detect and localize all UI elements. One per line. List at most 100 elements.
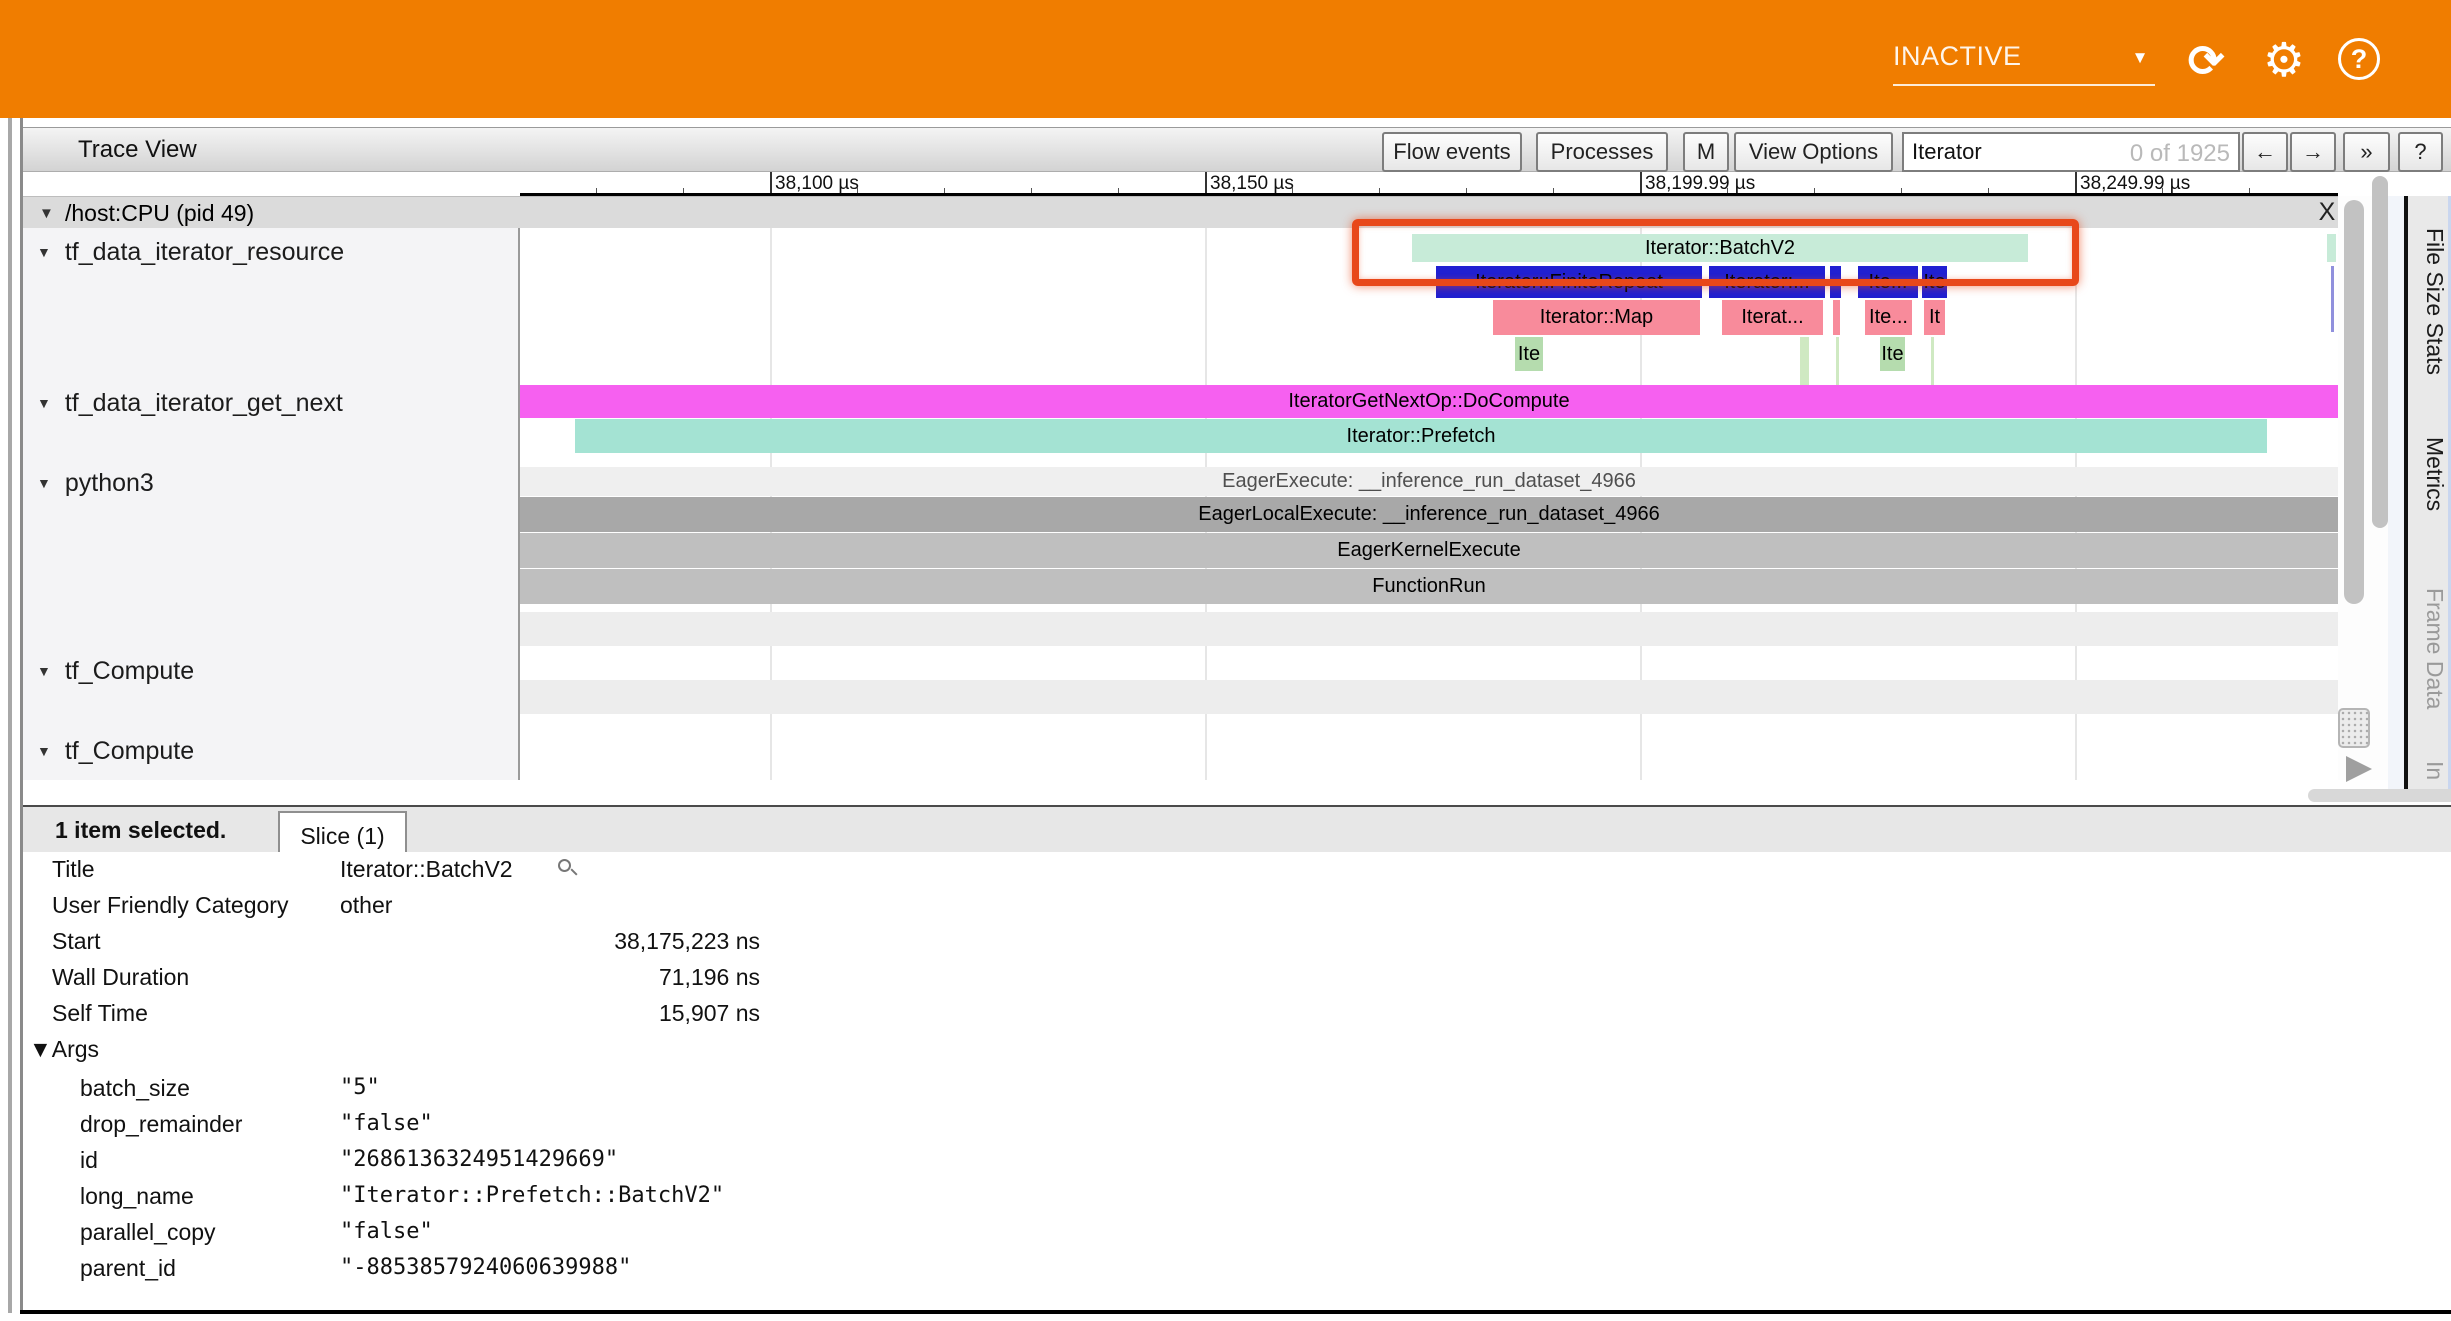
trace-event-sliver[interactable] <box>1800 337 1809 385</box>
search-box: 0 of 1925 <box>1902 132 2240 172</box>
toolbar-button-label: View Options <box>1749 139 1878 165</box>
magnifier-icon[interactable] <box>558 859 578 879</box>
trace-event[interactable]: IteratorGetNextOp::DoCompute <box>520 385 2338 418</box>
arg-value: "false" <box>340 1214 433 1250</box>
args-toggle[interactable]: ▼Args <box>29 1031 99 1067</box>
ruler-tick-label: 38,100 µs <box>775 173 859 195</box>
toolbar-button-processes[interactable]: Processes <box>1536 132 1668 172</box>
arg-row: batch_size"5" <box>23 1070 2451 1106</box>
thread-label-tf_Compute[interactable]: ▼ tf_Compute <box>23 733 518 769</box>
vertical-scrollbar-thumb[interactable] <box>2344 200 2364 604</box>
trace-event[interactable]: Ite... <box>1865 300 1912 335</box>
trace-view-toolbar: Trace View 0 of 1925 Flow eventsProcesse… <box>23 127 2451 172</box>
toolbar-button-label: Flow events <box>1393 139 1510 165</box>
search-nav-button[interactable]: » <box>2343 132 2390 172</box>
arg-row: drop_remainder "false" <box>23 1106 2451 1142</box>
detail-row-label: Wall Duration <box>52 959 189 995</box>
thread-label-text: tf_data_iterator_resource <box>65 238 344 267</box>
help-icon[interactable]: ? <box>2338 38 2380 80</box>
detail-row: TitleIterator::BatchV2 <box>23 851 2451 887</box>
trace-event[interactable]: FunctionRun <box>520 569 2338 604</box>
detail-row-value: 15,907 ns <box>340 995 760 1031</box>
trace-event-sliver[interactable] <box>1836 337 1839 385</box>
side-tab-file-size-stats[interactable]: File Size Stats <box>2408 226 2448 376</box>
selection-highlight-box <box>1352 219 2079 286</box>
window-left-edge <box>8 118 12 1313</box>
collapse-caret-icon[interactable]: ▼ <box>39 205 54 222</box>
empty-row-band <box>520 680 2338 714</box>
toolbar-button-view-options[interactable]: View Options <box>1734 132 1893 172</box>
trace-event[interactable]: Iterator::Map <box>1493 300 1700 335</box>
arg-value: "Iterator::Prefetch::BatchV2" <box>340 1178 724 1214</box>
thread-label-tf_Compute[interactable]: ▼ tf_Compute <box>23 653 518 689</box>
trace-event[interactable]: Iterator::Prefetch <box>575 419 2267 453</box>
detail-row-value: 71,196 ns <box>340 959 760 995</box>
trace-event[interactable]: EagerKernelExecute <box>520 533 2338 568</box>
trace-event[interactable]: Ite <box>1880 337 1905 371</box>
args-section-header[interactable]: ▼Args <box>23 1031 2451 1067</box>
arg-row: parallel_copy"false" <box>23 1214 2451 1250</box>
bottom-divider <box>20 1310 2451 1314</box>
side-tab-strip: File Size Stats Metrics Frame Data In <box>2408 196 2448 790</box>
side-tab-in[interactable]: In <box>2408 756 2448 786</box>
side-tab-frame-data[interactable]: Frame Data <box>2408 584 2448 714</box>
arg-key: parent_id <box>80 1250 176 1286</box>
arg-key: drop_remainder <box>80 1106 242 1142</box>
arg-row: long_name"Iterator::Prefetch::BatchV2" <box>23 1178 2451 1214</box>
toolbar-button-label: M <box>1697 139 1715 165</box>
toolbar-button-flow-events[interactable]: Flow events <box>1382 132 1522 172</box>
trace-event-sliver[interactable] <box>2327 234 2336 262</box>
outer-vertical-scrollbar-thumb[interactable] <box>2372 176 2388 528</box>
arg-row: parent_id"-8853857924060639988" <box>23 1250 2451 1286</box>
toolbar-button-label: Processes <box>1551 139 1654 165</box>
status-dropdown-value: INACTIVE <box>1893 41 2022 72</box>
magnifier-tail <box>570 868 577 875</box>
scroll-grip-arrow-icon[interactable] <box>2346 756 2372 782</box>
scroll-grip-widget[interactable] <box>2338 708 2370 748</box>
detail-row: Self Time15,907 ns <box>23 995 2451 1031</box>
status-dropdown[interactable]: INACTIVE ▼ <box>1893 28 2155 86</box>
trace-event-sliver[interactable] <box>1931 337 1934 385</box>
thread-label-tf_data_iterator_resource[interactable]: ▼ tf_data_iterator_resource <box>23 234 518 270</box>
collapse-caret-icon[interactable]: ▼ <box>37 395 51 411</box>
refresh-icon[interactable]: ⟳ <box>2180 36 2232 87</box>
collapse-caret-icon[interactable]: ▼ <box>37 663 51 679</box>
thread-label-text: tf_Compute <box>65 657 194 686</box>
chevron-down-icon: ▼ <box>2132 48 2149 68</box>
trace-event[interactable]: EagerExecute: __inference_run_dataset_49… <box>520 467 2338 496</box>
gear-icon[interactable]: ⚙ <box>2258 32 2310 88</box>
trace-event[interactable]: It <box>1924 300 1945 335</box>
collapse-caret-icon[interactable]: ▼ <box>37 475 51 491</box>
detail-row-value: Iterator::BatchV2 <box>340 851 513 887</box>
search-nav-button-label: → <box>2302 139 2324 165</box>
thread-label-text: tf_Compute <box>65 737 194 766</box>
thread-label-text: tf_data_iterator_get_next <box>65 389 343 418</box>
side-tab-metrics[interactable]: Metrics <box>2408 428 2448 520</box>
search-nav-button[interactable]: ? <box>2398 132 2443 172</box>
trace-event-sliver[interactable] <box>1833 300 1840 335</box>
arg-row: id"2686136324951429669" <box>23 1142 2451 1178</box>
thread-label-text: python3 <box>65 469 154 498</box>
search-input[interactable] <box>1904 134 2238 170</box>
empty-row-band <box>520 612 2338 646</box>
thread-label-python3[interactable]: ▼ python3 <box>23 465 518 501</box>
detail-row: Start38,175,223 ns <box>23 923 2451 959</box>
search-nav-button[interactable]: → <box>2290 132 2336 172</box>
thread-label-tf_data_iterator_get_next[interactable]: ▼ tf_data_iterator_get_next <box>23 385 518 421</box>
trace-event-sliver[interactable] <box>2331 266 2334 332</box>
arg-value: "2686136324951429669" <box>340 1142 618 1178</box>
trace-event[interactable]: Iterat... <box>1722 300 1823 335</box>
collapse-caret-icon[interactable]: ▼ <box>37 244 51 260</box>
trace-canvas[interactable]: Iterator::BatchV2Iterator::FiniteRepeatI… <box>520 228 2338 780</box>
trace-event[interactable]: EagerLocalExecute: __inference_run_datas… <box>520 497 2338 532</box>
trace-event[interactable]: Ite <box>1515 337 1543 371</box>
collapse-caret-icon[interactable]: ▼ <box>37 743 51 759</box>
toolbar-button-m[interactable]: M <box>1683 132 1729 172</box>
search-nav-button-label: ← <box>2254 139 2276 165</box>
side-strip-spacer <box>2388 196 2404 790</box>
tab-slice-label: Slice (1) <box>300 823 384 850</box>
search-nav-button[interactable]: ← <box>2242 132 2288 172</box>
arg-value: "false" <box>340 1106 433 1142</box>
detail-row: User Friendly Categoryother <box>23 887 2451 923</box>
detail-row-value: 38,175,223 ns <box>340 923 760 959</box>
